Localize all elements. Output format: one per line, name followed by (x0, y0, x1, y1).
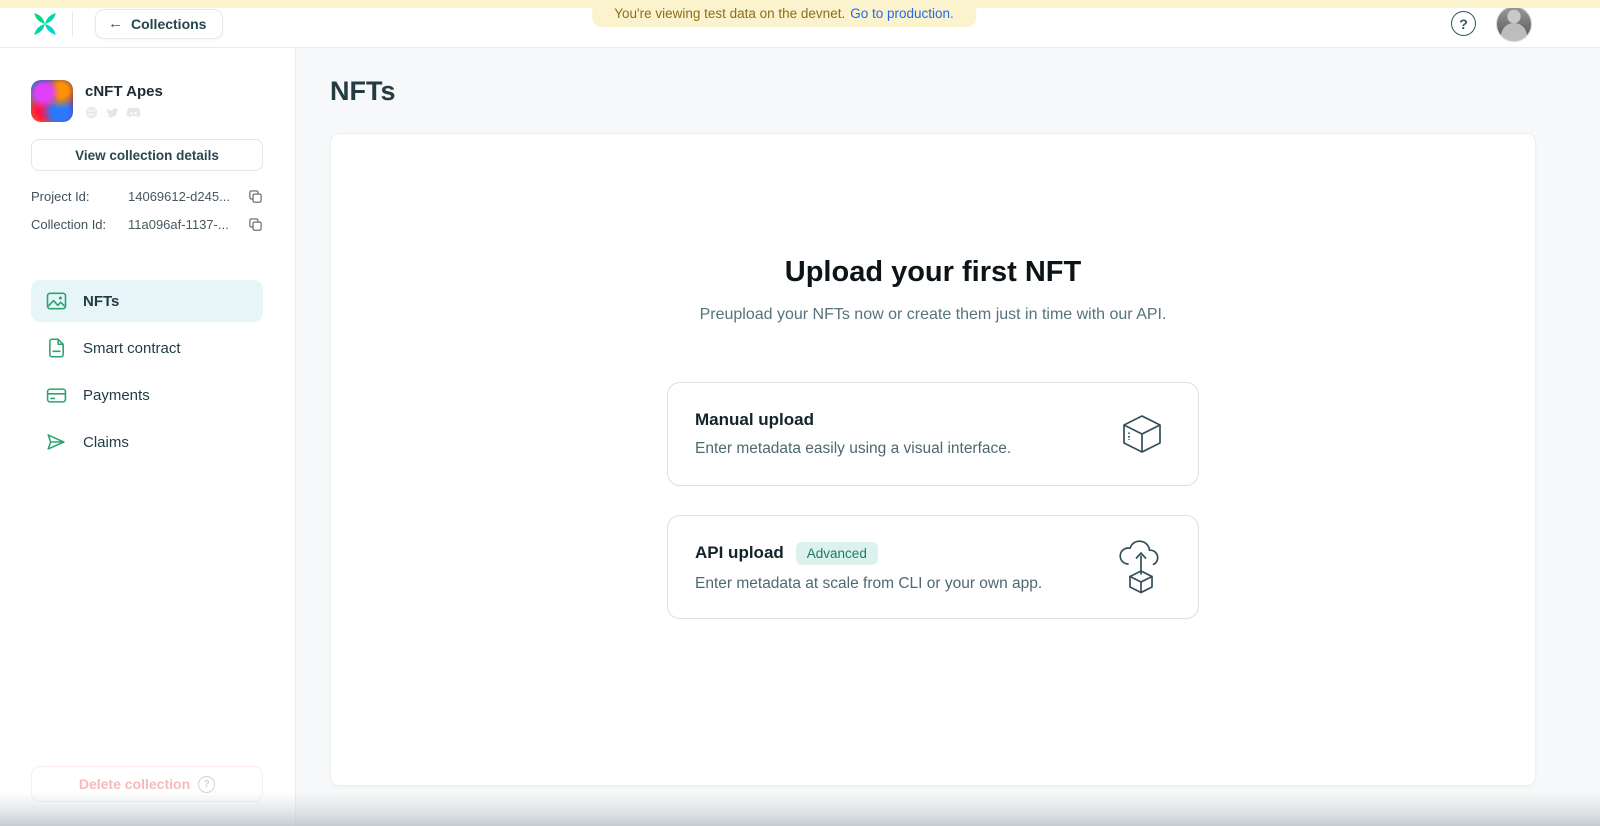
sidebar-item-payments[interactable]: Payments (31, 374, 263, 416)
cube-icon (1116, 408, 1168, 460)
go-to-production-link[interactable]: Go to production. (850, 6, 954, 21)
copy-collection-id-icon[interactable] (248, 217, 263, 232)
crossmint-logo-icon[interactable] (32, 11, 58, 37)
nfts-empty-panel: Upload your first NFT Preupload your NFT… (330, 133, 1536, 786)
copy-project-id-icon[interactable] (248, 189, 263, 204)
project-id-row: Project Id: 14069612-d245... (31, 189, 263, 204)
advanced-badge: Advanced (795, 541, 878, 565)
website-icon (85, 106, 98, 124)
project-id-label: Project Id: (31, 189, 90, 204)
devnet-banner: You're viewing test data on the devnet. … (592, 0, 976, 27)
discord-icon (126, 106, 141, 124)
back-button-label: Collections (131, 15, 207, 32)
sidebar: cNFT Apes View collection details Projec… (0, 48, 296, 826)
sidebar-item-nfts[interactable]: NFTs (31, 280, 263, 322)
header-divider (72, 10, 73, 37)
view-collection-details-button[interactable]: View collection details (31, 139, 263, 171)
nav-label: Claims (83, 433, 129, 451)
delete-collection-button[interactable]: Delete collection ? (31, 766, 263, 802)
api-upload-description: Enter metadata at scale from CLI or your… (695, 574, 1043, 592)
delete-button-label: Delete collection (78, 776, 191, 792)
back-arrow-icon: ← (108, 15, 123, 32)
empty-state-subheading: Preupload your NFTs now or create them j… (699, 306, 1167, 323)
main-content: NFTs Upload your first NFT Preupload you… (296, 48, 1600, 826)
manual-upload-description: Enter metadata easily using a visual int… (695, 440, 1012, 457)
back-to-collections-button[interactable]: ← Collections (95, 8, 224, 39)
sidebar-item-claims[interactable]: Claims (31, 421, 263, 463)
collection-id-value: 11a096af-1137-... (128, 217, 229, 232)
project-id-value: 14069612-d245... (128, 189, 230, 204)
nav-label: NFTs (83, 292, 120, 310)
collection-avatar (31, 80, 73, 122)
collection-name: cNFT Apes (85, 83, 163, 100)
delete-help-icon: ? (198, 775, 216, 793)
image-icon (45, 292, 67, 310)
manual-upload-card[interactable]: Manual upload Enter metadata easily usin… (667, 382, 1199, 486)
sidebar-nav: NFTs Smart contract Payments Claims (31, 280, 263, 463)
cloud-upload-box-icon (1114, 538, 1168, 596)
sidebar-item-smart-contract[interactable]: Smart contract (31, 327, 263, 369)
manual-upload-title: Manual upload (695, 410, 814, 429)
empty-state-heading: Upload your first NFT (784, 256, 1082, 288)
page-title: NFTs (330, 76, 396, 106)
twitter-icon (105, 106, 119, 124)
collection-id-row: Collection Id: 11a096af-1137-... (31, 217, 263, 232)
banner-message: You're viewing test data on the devnet. (614, 6, 846, 21)
send-icon (45, 433, 67, 451)
collection-id-label: Collection Id: (31, 217, 107, 232)
api-upload-card[interactable]: API upload Advanced Enter metadata at sc… (667, 515, 1199, 619)
nav-label: Payments (83, 386, 150, 404)
document-icon (45, 338, 67, 358)
api-upload-title: API upload (695, 543, 784, 562)
nav-label: Smart contract (83, 339, 181, 357)
user-avatar[interactable] (1496, 5, 1532, 42)
help-icon[interactable]: ? (1451, 11, 1476, 36)
credit-card-icon (45, 387, 67, 404)
